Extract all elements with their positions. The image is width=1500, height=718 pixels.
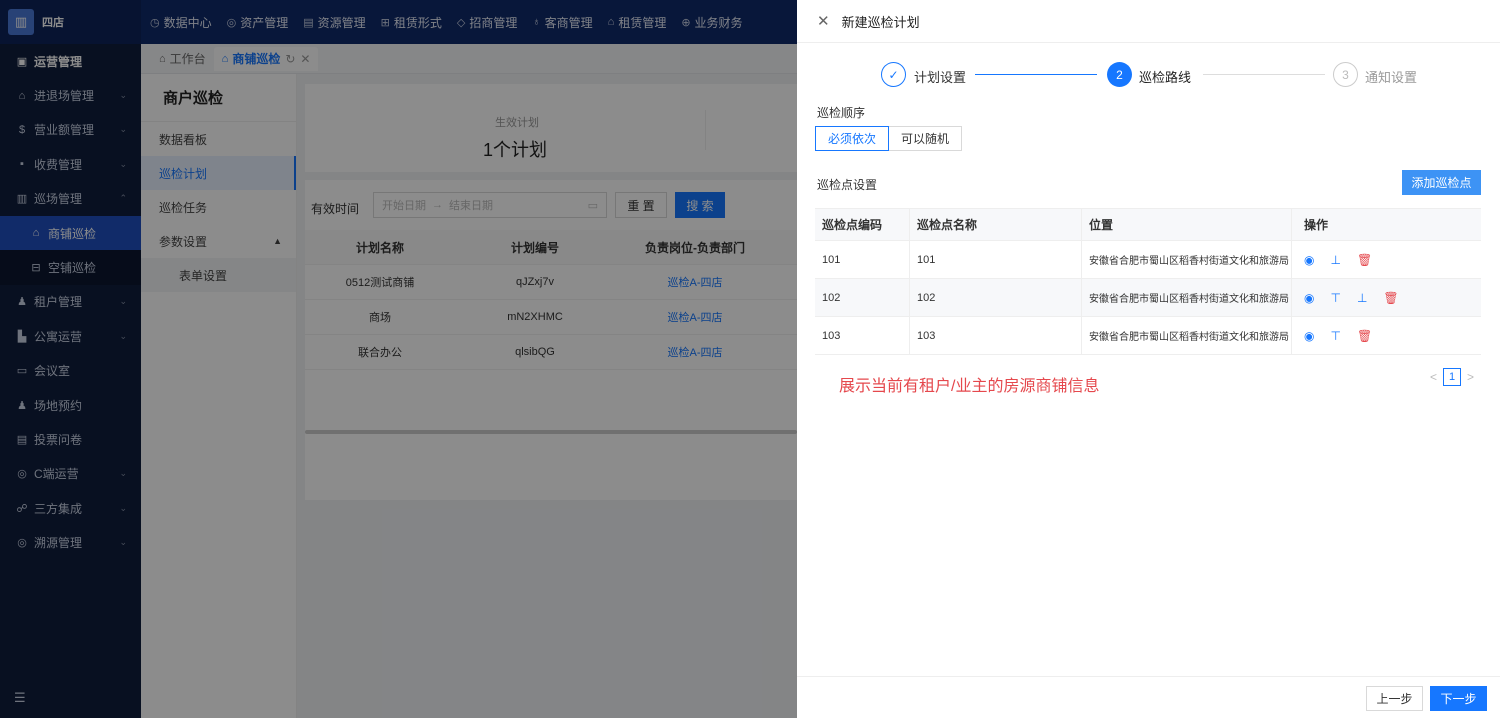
- checkpoint-location: 安徽省合肥市蜀山区稻香村街道文化和旅游局: [1081, 241, 1291, 278]
- previous-step-button[interactable]: 上一步: [1366, 686, 1423, 711]
- step-connector: [975, 74, 1097, 75]
- eye-icon[interactable]: ◉: [1304, 291, 1314, 305]
- column-header: 位置: [1081, 209, 1291, 240]
- checkpoint-code: 101: [822, 253, 841, 266]
- drawer-footer: 上一步 下一步: [797, 676, 1500, 718]
- step-3-number: 3: [1333, 62, 1358, 87]
- order-sequential-option[interactable]: 必须依次: [815, 126, 890, 151]
- step-1-label: 计划设置: [914, 70, 967, 85]
- row-actions: ◉ ⊥ 🗑︎: [1291, 241, 1481, 278]
- checkpoint-location: 安徽省合肥市蜀山区稻香村街道文化和旅游局: [1081, 279, 1291, 316]
- page-number-button[interactable]: 1: [1443, 368, 1462, 386]
- step-2-number: 2: [1107, 62, 1132, 87]
- prev-page-button[interactable]: <: [1430, 370, 1437, 384]
- table-row: 103 103 安徽省合肥市蜀山区稻香村街道文化和旅游局 ◉ ⊤ 🗑︎: [815, 317, 1481, 355]
- checkpoint-name: 101: [909, 241, 1081, 278]
- order-random-option[interactable]: 可以随机: [889, 126, 963, 151]
- check-icon: ✓: [881, 62, 906, 87]
- next-page-button[interactable]: >: [1467, 370, 1474, 384]
- table-row: 102 102 安徽省合肥市蜀山区稻香村街道文化和旅游局 ◉ ⊤ ⊥ 🗑︎: [815, 279, 1481, 317]
- checkpoint-code: 102: [822, 291, 841, 304]
- move-top-icon[interactable]: ⊤: [1330, 291, 1340, 305]
- move-down-icon[interactable]: ⊥: [1330, 253, 1340, 267]
- annotation-note: 展示当前有租户/业主的房源商铺信息: [839, 378, 1100, 395]
- points-label: 巡检点设置: [817, 178, 878, 192]
- checkpoint-code: 103: [822, 329, 841, 342]
- checkpoint-location: 安徽省合肥市蜀山区稻香村街道文化和旅游局: [1081, 317, 1291, 354]
- row-actions: ◉ ⊤ 🗑︎: [1291, 317, 1481, 354]
- column-header: 巡检点名称: [909, 209, 1081, 240]
- add-checkpoint-button[interactable]: 添加巡检点: [1402, 170, 1481, 195]
- eye-icon[interactable]: ◉: [1304, 253, 1314, 267]
- move-top-icon[interactable]: ⊤: [1330, 329, 1340, 343]
- move-down-icon[interactable]: ⊥: [1357, 291, 1367, 305]
- step-2-label: 巡检路线: [1139, 70, 1192, 85]
- table-header-row: 巡检点编码 巡检点名称 位置 操作: [815, 209, 1481, 241]
- column-header: 巡检点编码: [822, 218, 883, 232]
- eye-icon[interactable]: ◉: [1304, 329, 1314, 343]
- step-3-label: 通知设置: [1365, 70, 1418, 85]
- next-step-button[interactable]: 下一步: [1430, 686, 1487, 711]
- new-plan-drawer: ✕ 新建巡检计划 ✓ 计划设置 2 巡检路线 3 通知设置 巡检顺序 必须依次 …: [797, 0, 1500, 718]
- close-icon[interactable]: ✕: [817, 12, 830, 30]
- steps: ✓ 计划设置 2 巡检路线 3 通知设置: [881, 62, 1441, 88]
- delete-icon[interactable]: 🗑︎: [1357, 253, 1372, 267]
- table-row: 101 101 安徽省合肥市蜀山区稻香村街道文化和旅游局 ◉ ⊥ 🗑︎: [815, 241, 1481, 279]
- modal-overlay[interactable]: [0, 0, 797, 718]
- row-actions: ◉ ⊤ ⊥ 🗑︎: [1291, 279, 1481, 316]
- column-header: 操作: [1291, 209, 1481, 240]
- drawer-title: 新建巡检计划: [841, 14, 920, 30]
- drawer-header: ✕ 新建巡检计划: [797, 0, 1500, 43]
- delete-icon[interactable]: 🗑︎: [1383, 291, 1398, 305]
- pagination: < 1 >: [1430, 368, 1474, 386]
- checkpoint-name: 103: [909, 317, 1081, 354]
- delete-icon[interactable]: 🗑︎: [1357, 329, 1372, 343]
- checkpoint-name: 102: [909, 279, 1081, 316]
- step-connector: [1203, 74, 1325, 75]
- order-radio-group: 必须依次 可以随机: [815, 126, 963, 151]
- order-label: 巡检顺序: [817, 106, 866, 120]
- checkpoint-table: 巡检点编码 巡检点名称 位置 操作 101 101 安徽省合肥市蜀山区稻香村街道…: [815, 208, 1481, 355]
